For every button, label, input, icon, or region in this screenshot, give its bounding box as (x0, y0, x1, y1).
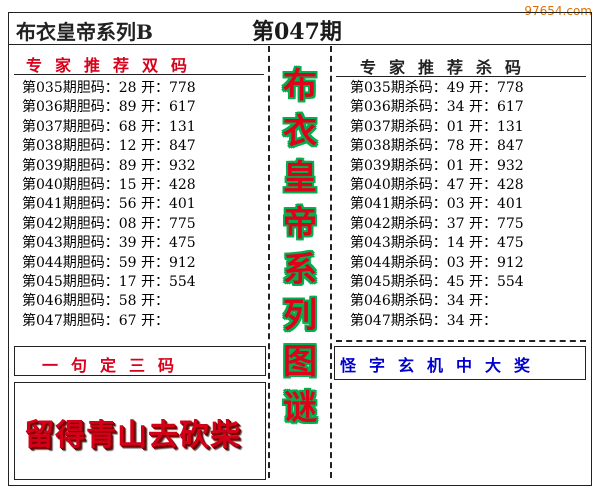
right-prediction-row: 第046期杀码：34 开： (350, 293, 497, 310)
right-prediction-row: 第035期杀码：49 开：778 (350, 80, 524, 96)
right-prediction-row: 第043期杀码：14 开：475 (350, 235, 524, 252)
center-title-char: 皇 (283, 158, 317, 198)
center-title-char: 图 (283, 342, 317, 382)
right-prediction-row: 第047期杀码：34 开： (350, 312, 497, 329)
right-heading: 专家推荐杀码 (360, 58, 535, 77)
right-heading-divider (336, 76, 586, 77)
left-prediction-row: 第036期胆码：89 开：617 (22, 99, 196, 116)
right-prediction-row: 第045期杀码：45 开：554 (350, 274, 524, 290)
right-prediction-row: 第042期杀码：37 开：775 (350, 215, 524, 232)
series-title: 布衣皇帝系列B (16, 20, 153, 44)
right-bottom-heading: 怪字玄机中大奖 (340, 356, 544, 375)
left-prediction-row: 第037期胆码：68 开：131 (22, 118, 196, 135)
left-prediction-row: 第039期胆码：89 开：932 (22, 157, 196, 174)
center-title-char: 系 (283, 250, 317, 290)
left-prediction-row: 第043期胆码：39 开：475 (22, 235, 196, 252)
left-prediction-row: 第041期胆码：56 开：401 (22, 196, 196, 213)
center-title-char: 列 (283, 296, 317, 336)
right-prediction-row: 第040期杀码：47 开：428 (350, 177, 524, 193)
right-prediction-row: 第044期杀码：03 开：912 (350, 254, 524, 271)
left-prediction-row: 第038期胆码：12 开：847 (22, 138, 196, 155)
center-title-char: 谜 (283, 388, 317, 428)
right-prediction-row: 第039期杀码：01 开：932 (350, 157, 524, 174)
right-prediction-row: 第037期杀码：01 开：131 (350, 118, 524, 135)
left-prediction-row: 第047期胆码：67 开： (22, 312, 169, 329)
center-vertical-title: 布衣皇帝系列图谜 (274, 58, 326, 478)
center-title-char: 帝 (283, 204, 317, 244)
center-title-char: 布 (283, 66, 317, 106)
left-prediction-row: 第035期胆码：28 开：778 (22, 80, 196, 96)
left-prediction-row: 第040期胆码：15 开：428 (22, 177, 196, 193)
right-bottom-divider (336, 340, 586, 342)
left-bottom-heading: 一句定三码 (42, 356, 188, 375)
right-prediction-row: 第036期杀码：34 开：617 (350, 99, 524, 116)
center-title-char: 衣 (283, 112, 317, 152)
left-heading: 专家推荐双码 (26, 56, 201, 75)
left-prediction-row: 第042期胆码：08 开：775 (22, 215, 196, 232)
left-prediction-row: 第046期胆码：58 开： (22, 293, 169, 310)
right-prediction-row: 第041期杀码：03 开：401 (350, 196, 524, 213)
left-heading-divider (14, 74, 264, 75)
right-divider (330, 46, 332, 478)
left-prediction-row: 第044期胆码：59 开：912 (22, 254, 196, 271)
issue-number: 第047期 (252, 19, 342, 45)
left-prediction-row: 第045期胆码：17 开：554 (22, 274, 196, 290)
left-divider (268, 46, 270, 478)
right-prediction-row: 第038期杀码：78 开：847 (350, 138, 524, 155)
slogan-text: 留得青山去砍柴 (24, 418, 241, 453)
header-divider (8, 44, 592, 45)
